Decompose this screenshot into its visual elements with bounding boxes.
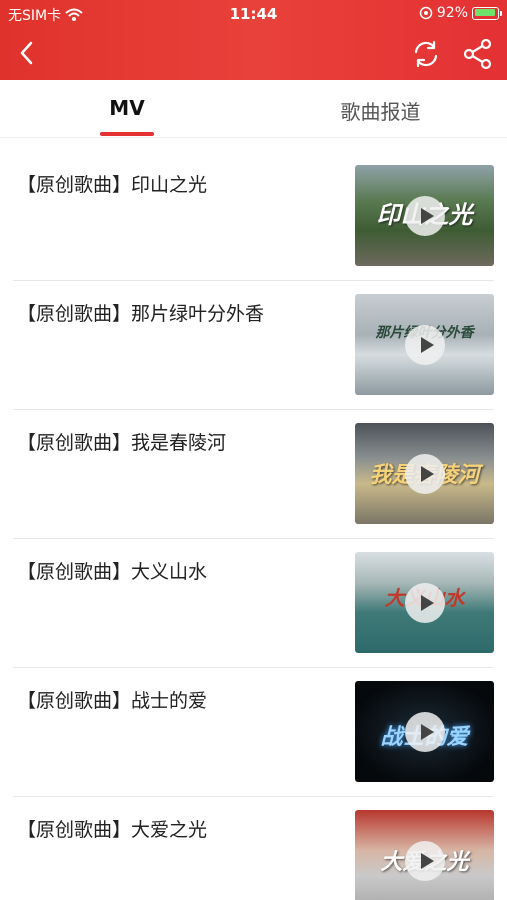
list-item[interactable]: 【原创歌曲】战士的爱 战士的爱 [13, 668, 494, 797]
video-thumbnail[interactable]: 大义山水 [355, 552, 494, 653]
orientation-lock-icon [419, 6, 433, 20]
status-bar: 无SIM卡 11:44 92% [0, 0, 507, 28]
tab-indicator [100, 132, 154, 136]
play-icon[interactable] [404, 582, 445, 623]
item-title: 【原创歌曲】大义山水 [17, 561, 208, 583]
play-icon[interactable] [404, 453, 445, 494]
item-title: 【原创歌曲】印山之光 [17, 174, 208, 196]
list-item[interactable]: 【原创歌曲】那片绿叶分外香 那片绿叶分外香 [13, 281, 494, 410]
play-icon[interactable] [404, 711, 445, 752]
list-item[interactable]: 【原创歌曲】大爱之光 大爱之光 [13, 797, 494, 900]
tab-mv[interactable]: MV [0, 96, 254, 120]
video-thumbnail[interactable]: 大爱之光 [355, 810, 494, 900]
item-title: 【原创歌曲】我是春陵河 [17, 432, 227, 454]
song-list: 【原创歌曲】印山之光 印山之光 【原创歌曲】那片绿叶分外香 那片绿叶分外香 【原… [0, 152, 507, 900]
play-icon[interactable] [404, 840, 445, 881]
video-thumbnail[interactable]: 印山之光 [355, 165, 494, 266]
item-title: 【原创歌曲】大爱之光 [17, 819, 208, 841]
refresh-icon[interactable] [410, 38, 442, 70]
video-thumbnail[interactable]: 我是春陵河 [355, 423, 494, 524]
battery-icon [472, 6, 502, 20]
battery-percent: 92% [436, 5, 468, 21]
list-item[interactable]: 【原创歌曲】我是春陵河 我是春陵河 [13, 410, 494, 539]
navigation-bar [0, 28, 507, 80]
play-icon[interactable] [404, 324, 445, 365]
item-title: 【原创歌曲】战士的爱 [17, 690, 208, 712]
play-icon[interactable] [404, 195, 445, 236]
back-icon[interactable] [14, 38, 44, 68]
tab-bar: MV 歌曲报道 [0, 80, 507, 138]
video-thumbnail[interactable]: 战士的爱 [355, 681, 494, 782]
list-item[interactable]: 【原创歌曲】印山之光 印山之光 [13, 152, 494, 281]
header: 无SIM卡 11:44 92% [0, 0, 507, 80]
item-title: 【原创歌曲】那片绿叶分外香 [17, 303, 265, 325]
video-thumbnail[interactable]: 那片绿叶分外香 [355, 294, 494, 395]
share-icon[interactable] [462, 38, 494, 70]
list-item[interactable]: 【原创歌曲】大义山水 大义山水 [13, 539, 494, 668]
tab-song-reports[interactable]: 歌曲报道 [254, 96, 507, 125]
